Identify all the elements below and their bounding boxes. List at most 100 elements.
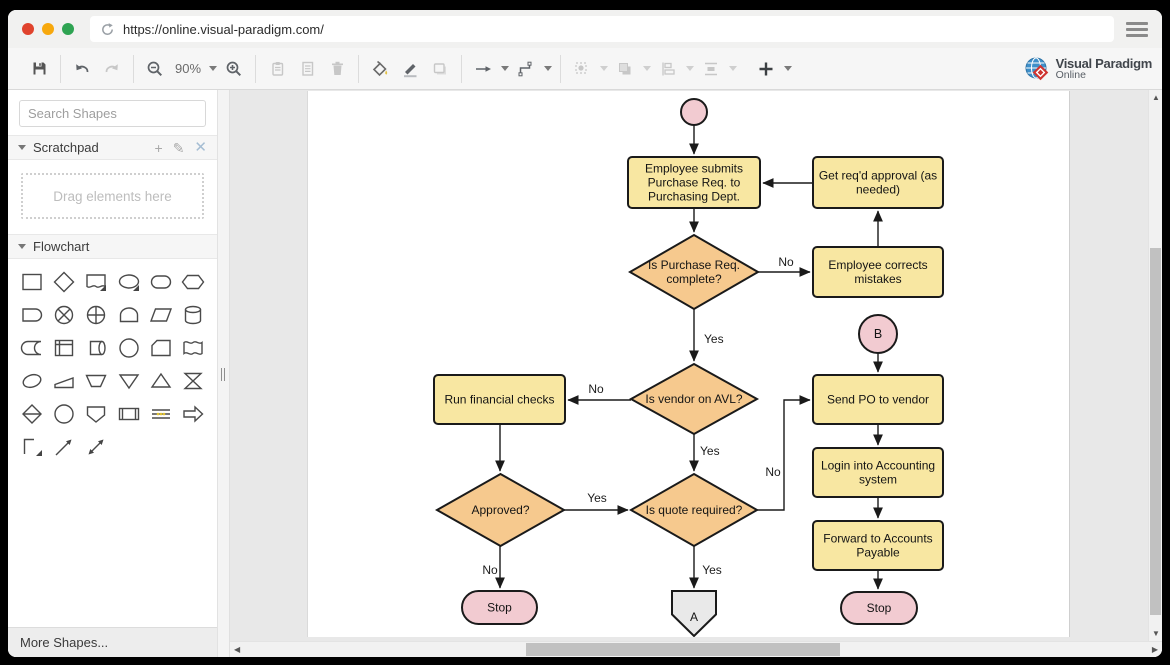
scroll-down-arrow[interactable]: ▼	[1152, 630, 1160, 638]
shape-style-icon[interactable]	[427, 56, 453, 82]
window-controls	[22, 23, 74, 35]
connector-arrow-icon[interactable]	[470, 56, 496, 82]
palette-shape-sort[interactable]	[16, 399, 48, 429]
url-text[interactable]: https://online.visual-paradigm.com/	[123, 22, 324, 37]
palette-shape-terminator[interactable]	[145, 267, 177, 297]
vertical-scrollbar-thumb[interactable]	[1150, 248, 1161, 615]
note-icon[interactable]	[294, 56, 320, 82]
minimize-window-button[interactable]	[42, 23, 54, 35]
palette-shape-direct-access-storage[interactable]	[80, 333, 112, 363]
align-caret[interactable]	[686, 66, 694, 71]
horizontal-scrollbar-thumb[interactable]	[526, 643, 840, 656]
scratchpad-edit-icon[interactable]: ✎	[173, 141, 185, 155]
more-shapes-button[interactable]: More Shapes...	[8, 627, 217, 657]
align-icon[interactable]	[655, 56, 681, 82]
undo-button[interactable]	[69, 56, 95, 82]
node-label: Employee submitsPurchase Req. toPurchasi…	[645, 162, 743, 204]
palette-shape-internal-storage[interactable]	[48, 333, 80, 363]
scratchpad-add-icon[interactable]: +	[155, 141, 163, 155]
palette-shape-parallelogram[interactable]	[145, 300, 177, 330]
palette-shape-predefined-process[interactable]	[113, 399, 145, 429]
palette-shape-merge-triangle[interactable]	[113, 366, 145, 396]
search-shapes-input[interactable]	[28, 106, 204, 121]
scratchpad-close-icon[interactable]: ✕	[194, 140, 207, 155]
group-caret[interactable]	[643, 66, 651, 71]
palette-shape-or-junction[interactable]	[48, 300, 80, 330]
palette-shape-delay[interactable]	[16, 300, 48, 330]
zoom-dropdown-caret[interactable]	[209, 66, 217, 71]
connector-elbow-caret[interactable]	[544, 66, 552, 71]
palette-shape-corner-bracket[interactable]	[16, 432, 48, 462]
selection-icon[interactable]	[569, 56, 595, 82]
scroll-right-arrow[interactable]: ▶	[1152, 646, 1158, 654]
horizontal-scrollbar[interactable]: ◀ ▶	[230, 641, 1162, 657]
palette-shape-display[interactable]	[80, 399, 112, 429]
address-bar[interactable]: https://online.visual-paradigm.com/	[90, 16, 1114, 42]
maximize-window-button[interactable]	[62, 23, 74, 35]
scratchpad-dropzone[interactable]: Drag elements here	[21, 173, 204, 219]
paste-icon[interactable]	[264, 56, 290, 82]
diagram-canvas[interactable]: Employee submitsPurchase Req. toPurchasi…	[230, 90, 1148, 641]
reload-icon[interactable]	[100, 22, 115, 37]
sidebar-collapse-handle[interactable]	[221, 368, 225, 381]
scroll-left-arrow[interactable]: ◀	[234, 646, 240, 654]
delete-icon[interactable]	[324, 56, 350, 82]
redo-button[interactable]	[99, 56, 125, 82]
palette-shape-document[interactable]	[80, 267, 112, 297]
palette-shape-paper-tape[interactable]	[177, 333, 209, 363]
palette-shape-manual-operation-slant[interactable]	[48, 366, 80, 396]
insert-shape-caret[interactable]	[784, 66, 792, 71]
flowchart-section-header[interactable]: Flowchart	[8, 234, 217, 259]
fill-color-icon[interactable]	[367, 56, 393, 82]
collapse-arrow-icon[interactable]	[18, 244, 26, 249]
palette-shape-rectangle[interactable]	[16, 267, 48, 297]
node-start[interactable]	[681, 99, 707, 125]
distribute-caret[interactable]	[729, 66, 737, 71]
palette-shape-stored-data[interactable]	[16, 333, 48, 363]
palette-shape-teardrop[interactable]	[16, 366, 48, 396]
palette-shape-diamond[interactable]	[48, 267, 80, 297]
palette-shape-circle[interactable]	[48, 399, 80, 429]
flowchart-section-title: Flowchart	[33, 239, 89, 254]
sidebar-resize-divider[interactable]	[218, 90, 230, 657]
save-button[interactable]	[26, 56, 52, 82]
zoom-out-button[interactable]	[142, 56, 168, 82]
palette-shape-block-arrow[interactable]	[177, 399, 209, 429]
node-label: Approved?	[471, 503, 529, 517]
connector-elbow-icon[interactable]	[513, 56, 539, 82]
menu-icon[interactable]	[1126, 19, 1148, 40]
vertical-scrollbar[interactable]: ▲ ▼	[1148, 90, 1162, 641]
palette-shape-summing-junction[interactable]	[80, 300, 112, 330]
node-label: Send PO to vendor	[827, 393, 929, 407]
palette-shape-collate[interactable]	[177, 366, 209, 396]
palette-shape-connector-circle[interactable]	[113, 333, 145, 363]
palette-shape-trapezoid[interactable]	[80, 366, 112, 396]
palette-shape-card[interactable]	[145, 333, 177, 363]
scratchpad-section-header[interactable]: Scratchpad + ✎ ✕	[8, 135, 217, 160]
palette-shape-transmission-tape[interactable]	[145, 399, 177, 429]
zoom-level-value[interactable]: 90%	[172, 61, 204, 76]
shapes-sidebar: Scratchpad + ✎ ✕ Drag elements here Flow…	[8, 90, 218, 657]
palette-shape-extract-triangle[interactable]	[145, 366, 177, 396]
palette-shape-double-arrow[interactable]	[80, 432, 112, 462]
palette-shape-line-arrow[interactable]	[48, 432, 80, 462]
collapse-arrow-icon[interactable]	[18, 145, 26, 150]
editor-toolbar: 90%	[8, 48, 1162, 90]
group-icon[interactable]	[612, 56, 638, 82]
line-color-icon[interactable]	[397, 56, 423, 82]
zoom-in-button[interactable]	[221, 56, 247, 82]
vp-logo-name: Visual Paradigm	[1056, 57, 1152, 71]
palette-shape-arch[interactable]	[113, 300, 145, 330]
flow-edge-12[interactable]	[757, 400, 810, 510]
edge-label: No	[588, 382, 604, 396]
close-window-button[interactable]	[22, 23, 34, 35]
search-shapes-box[interactable]	[19, 100, 206, 127]
distribute-icon[interactable]	[698, 56, 724, 82]
palette-shape-ellipse[interactable]	[113, 267, 145, 297]
scroll-up-arrow[interactable]: ▲	[1152, 94, 1160, 102]
selection-caret[interactable]	[600, 66, 608, 71]
insert-shape-icon[interactable]	[753, 56, 779, 82]
palette-shape-database[interactable]	[177, 300, 209, 330]
palette-shape-hexagon[interactable]	[177, 267, 209, 297]
connector-arrow-caret[interactable]	[501, 66, 509, 71]
